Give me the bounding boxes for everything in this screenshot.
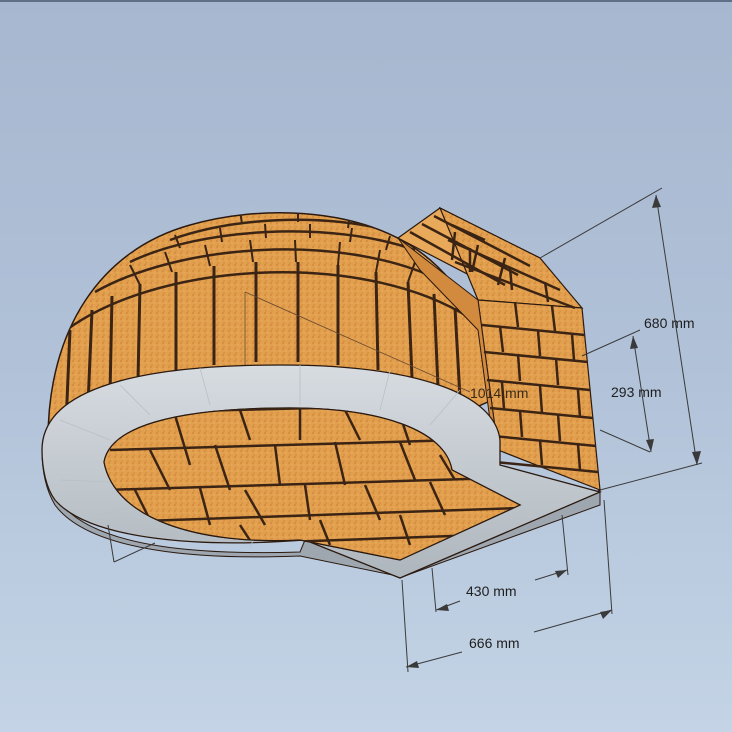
dim-label-430: 430 mm — [466, 583, 517, 599]
model-viewport[interactable]: 680 mm 293 mm 430 mm 666 mm 1014 mm — [0, 0, 732, 732]
dim-label-1014: 1014 mm — [470, 385, 528, 401]
dim-label-293: 293 mm — [611, 384, 662, 400]
dim-label-666: 666 mm — [469, 635, 520, 651]
dim-label-680: 680 mm — [644, 315, 695, 331]
oven-drawing: 680 mm 293 mm 430 mm 666 mm 1014 mm — [41, 187, 703, 673]
